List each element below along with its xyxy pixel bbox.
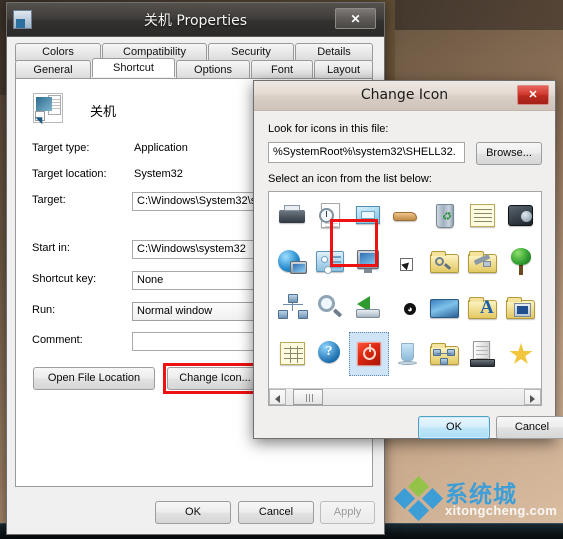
open-file-location-button[interactable]: Open File Location [33,367,155,390]
watermark-logo-icon [393,475,444,522]
file-path-label: Look for icons in this file: [268,123,389,135]
field-value: Application [134,142,188,154]
network-nodes-icon[interactable] [273,286,313,330]
magnifier-icon[interactable] [311,286,351,330]
scrollbar-thumb[interactable] [293,389,323,405]
close-icon[interactable]: ✕ [335,8,376,29]
icon-grid[interactable]: ♻ ◕ A ? [269,192,541,388]
notepad-calendar-icon[interactable] [463,194,503,238]
change-icon-button[interactable]: Change Icon... [167,367,263,390]
field-value: System32 [134,168,183,180]
field-label: Target: [32,194,66,206]
shortcut-name-label: 关机 [90,105,117,120]
change-icon-ok-button[interactable]: OK [418,416,490,439]
shortcut-arrow-icon[interactable] [387,240,427,284]
lock-icon[interactable] [535,194,541,238]
blue-screen-icon[interactable] [425,286,465,330]
printer-icon[interactable] [273,194,313,238]
scroll-right-icon[interactable] [524,389,541,405]
padlock-icon[interactable] [535,332,541,376]
properties-apply-button: Apply [320,501,375,524]
monitor-icon[interactable] [349,240,389,284]
tab-shortcut[interactable]: Shortcut [92,58,175,77]
icon-list-hscrollbar[interactable] [269,388,541,405]
control-panel-icon[interactable] [311,240,351,284]
tab-colors[interactable]: Colors [15,43,101,61]
tab-strip-top[interactable]: Colors Compatibility Security Details [15,43,373,61]
change-icon-title: Change Icon [360,87,449,103]
document-clock-icon[interactable] [311,194,351,238]
spreadsheet-icon[interactable] [273,332,313,376]
tab-strip-bottom[interactable]: General Shortcut Options Font Layout [15,58,373,79]
window-stack-icon[interactable] [349,194,389,238]
tab-details[interactable]: Details [295,43,373,61]
green-arrow-disk-icon[interactable] [349,286,389,330]
field-label: Run: [32,304,56,316]
field-label: Target type: [32,142,90,154]
properties-titlebar[interactable]: 关机 Properties ✕ [7,3,384,37]
shortcut-preview-icon[interactable] [33,93,63,123]
field-label: Shortcut key: [32,273,97,285]
network-globe-icon[interactable] [273,240,313,284]
field-label: Target location: [32,168,107,180]
server-icon[interactable] [463,332,503,376]
field-label: Start in: [32,242,70,254]
change-icon-body: Look for icons in this file: %SystemRoot… [254,111,563,439]
tab-general[interactable]: General [15,60,91,79]
watermark-en-text: xitongcheng.com [445,503,558,518]
close-icon[interactable]: ✕ [517,85,549,105]
search-folder-icon[interactable] [425,240,465,284]
site-watermark: 系统城 xitongcheng.com [393,473,559,522]
field-label: Comment: [32,334,83,346]
network-setup-folder-icon[interactable] [425,332,465,376]
hand-share-icon[interactable] [387,194,427,238]
font-folder-icon[interactable]: A [463,286,503,330]
tools-folder-icon[interactable] [463,240,503,284]
power-shutdown-icon[interactable] [349,332,389,376]
scroll-left-icon[interactable] [269,389,286,405]
scroll-icon[interactable] [535,240,541,284]
tab-options[interactable]: Options [176,60,250,79]
icon-list-label: Select an icon from the list below: [268,173,432,185]
change-icon-dialog[interactable]: Change Icon ✕ Look for icons in this fil… [253,80,563,439]
tab-layout[interactable]: Layout [314,60,373,79]
change-icon-cancel-button[interactable]: Cancel [496,416,563,439]
key-icon[interactable] [535,286,541,330]
water-glass-icon[interactable] [387,332,427,376]
tab-font[interactable]: Font [251,60,313,79]
clock-badge-icon[interactable]: ◕ [387,286,427,330]
help-question-icon[interactable]: ? [311,332,351,376]
properties-ok-button[interactable]: OK [155,501,231,524]
browse-button[interactable]: Browse... [476,142,542,165]
icon-file-input[interactable]: %SystemRoot%\system32\SHELL32. [268,142,465,163]
properties-window-title: 关机 Properties [143,13,248,29]
icon-list[interactable]: ♻ ◕ A ? [268,191,542,406]
properties-cancel-button[interactable]: Cancel [238,501,314,524]
tab-security[interactable]: Security [208,43,294,61]
change-icon-titlebar[interactable]: Change Icon ✕ [254,81,555,111]
recycle-bin-icon[interactable]: ♻ [425,194,465,238]
